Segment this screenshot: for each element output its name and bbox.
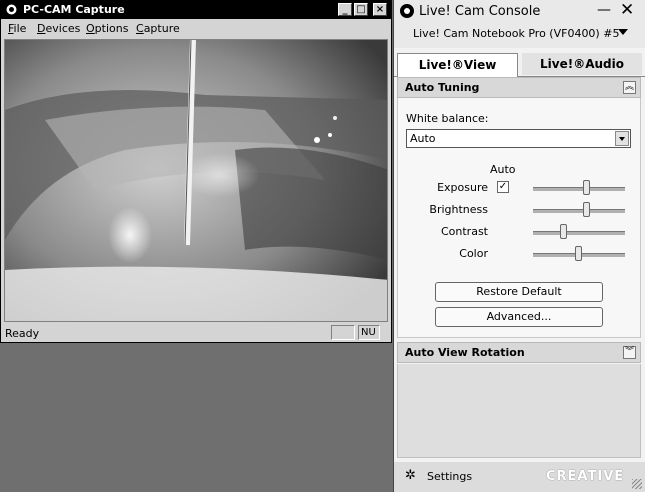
collapse-icon[interactable]: ︽: [623, 81, 636, 94]
console-tabs: Live!®View Live!®Audio: [394, 53, 645, 77]
auto-tuning-title: Auto Tuning: [405, 81, 480, 94]
capture-status-bar: Ready NU: [1, 324, 391, 342]
camera-app-icon: [6, 4, 17, 15]
close-button[interactable]: ×: [373, 3, 387, 16]
capture-menu-bar: File Devices Options Capture: [1, 20, 391, 38]
menu-capture[interactable]: Capture: [136, 22, 180, 35]
exposure-auto-checkbox[interactable]: ✓: [497, 181, 509, 193]
gear-icon[interactable]: ✲: [405, 468, 416, 483]
auto-view-rotation-header[interactable]: Auto View Rotation ︾: [397, 342, 641, 363]
contrast-slider-thumb[interactable]: [560, 224, 568, 239]
menu-options[interactable]: Options: [86, 22, 128, 35]
capture-title: PC-CAM Capture: [23, 3, 125, 16]
exposure-slider-track[interactable]: [533, 187, 625, 191]
brightness-label: Brightness: [429, 203, 488, 216]
camera-dropdown-arrow-icon[interactable]: [618, 29, 628, 35]
live-cam-console: Live! Cam Console — ✕ Live! Cam Notebook…: [393, 0, 645, 492]
status-pane-1: [331, 325, 355, 340]
menu-devices[interactable]: Devices: [37, 22, 80, 35]
contrast-label: Contrast: [440, 225, 488, 238]
console-header: Live! Cam Console — ✕ Live! Cam Notebook…: [394, 0, 645, 48]
maximize-button[interactable]: □: [354, 3, 368, 16]
restore-default-button[interactable]: Restore Default: [435, 282, 603, 302]
settings-link[interactable]: Settings: [427, 470, 472, 483]
console-minimize-button[interactable]: —: [597, 2, 611, 18]
brightness-slider-thumb[interactable]: [583, 202, 591, 217]
contrast-slider-track[interactable]: [533, 231, 625, 235]
auto-tuning-header[interactable]: Auto Tuning ︽: [397, 77, 641, 98]
auto-column-header: Auto: [490, 163, 516, 176]
video-preview: [4, 39, 388, 322]
minimize-button[interactable]: _: [338, 3, 352, 16]
resize-grip[interactable]: [632, 479, 642, 489]
expand-icon[interactable]: ︾: [623, 346, 636, 359]
console-footer: ✲ Settings CREATIVE: [394, 462, 645, 492]
auto-view-rotation-title: Auto View Rotation: [405, 346, 525, 359]
chevron-down-icon[interactable]: [615, 131, 629, 146]
camera-selector[interactable]: Live! Cam Notebook Pro (VF0400) #5: [413, 27, 619, 40]
menu-file[interactable]: File: [8, 22, 26, 35]
console-close-button[interactable]: ✕: [620, 0, 634, 20]
brightness-slider-track[interactable]: [533, 209, 625, 213]
tab-live-view[interactable]: Live!®View: [397, 53, 518, 77]
status-text: Ready: [5, 327, 40, 340]
exposure-label: Exposure: [437, 181, 488, 194]
status-pane-2: NU: [358, 325, 380, 340]
console-title: Live! Cam Console: [419, 4, 541, 19]
capture-title-bar[interactable]: PC-CAM Capture _ □ ×: [1, 1, 391, 19]
auto-view-rotation-panel: [397, 364, 641, 458]
advanced-button[interactable]: Advanced...: [435, 307, 603, 327]
auto-tuning-panel: White balance: Auto Auto Exposure ✓ Brig…: [397, 98, 641, 338]
white-balance-select[interactable]: Auto: [406, 129, 631, 148]
white-balance-value: Auto: [410, 132, 436, 145]
tab-live-audio[interactable]: Live!®Audio: [522, 53, 642, 75]
color-slider-thumb[interactable]: [575, 246, 583, 261]
color-label: Color: [459, 247, 488, 260]
creative-brand-logo: CREATIVE: [546, 469, 625, 484]
pc-cam-capture-window: PC-CAM Capture _ □ × File Devices Option…: [0, 0, 392, 343]
exposure-slider-thumb[interactable]: [583, 180, 591, 195]
video-frame-image: [5, 40, 387, 321]
creative-logo-icon: [400, 4, 414, 18]
white-balance-label: White balance:: [406, 112, 489, 125]
